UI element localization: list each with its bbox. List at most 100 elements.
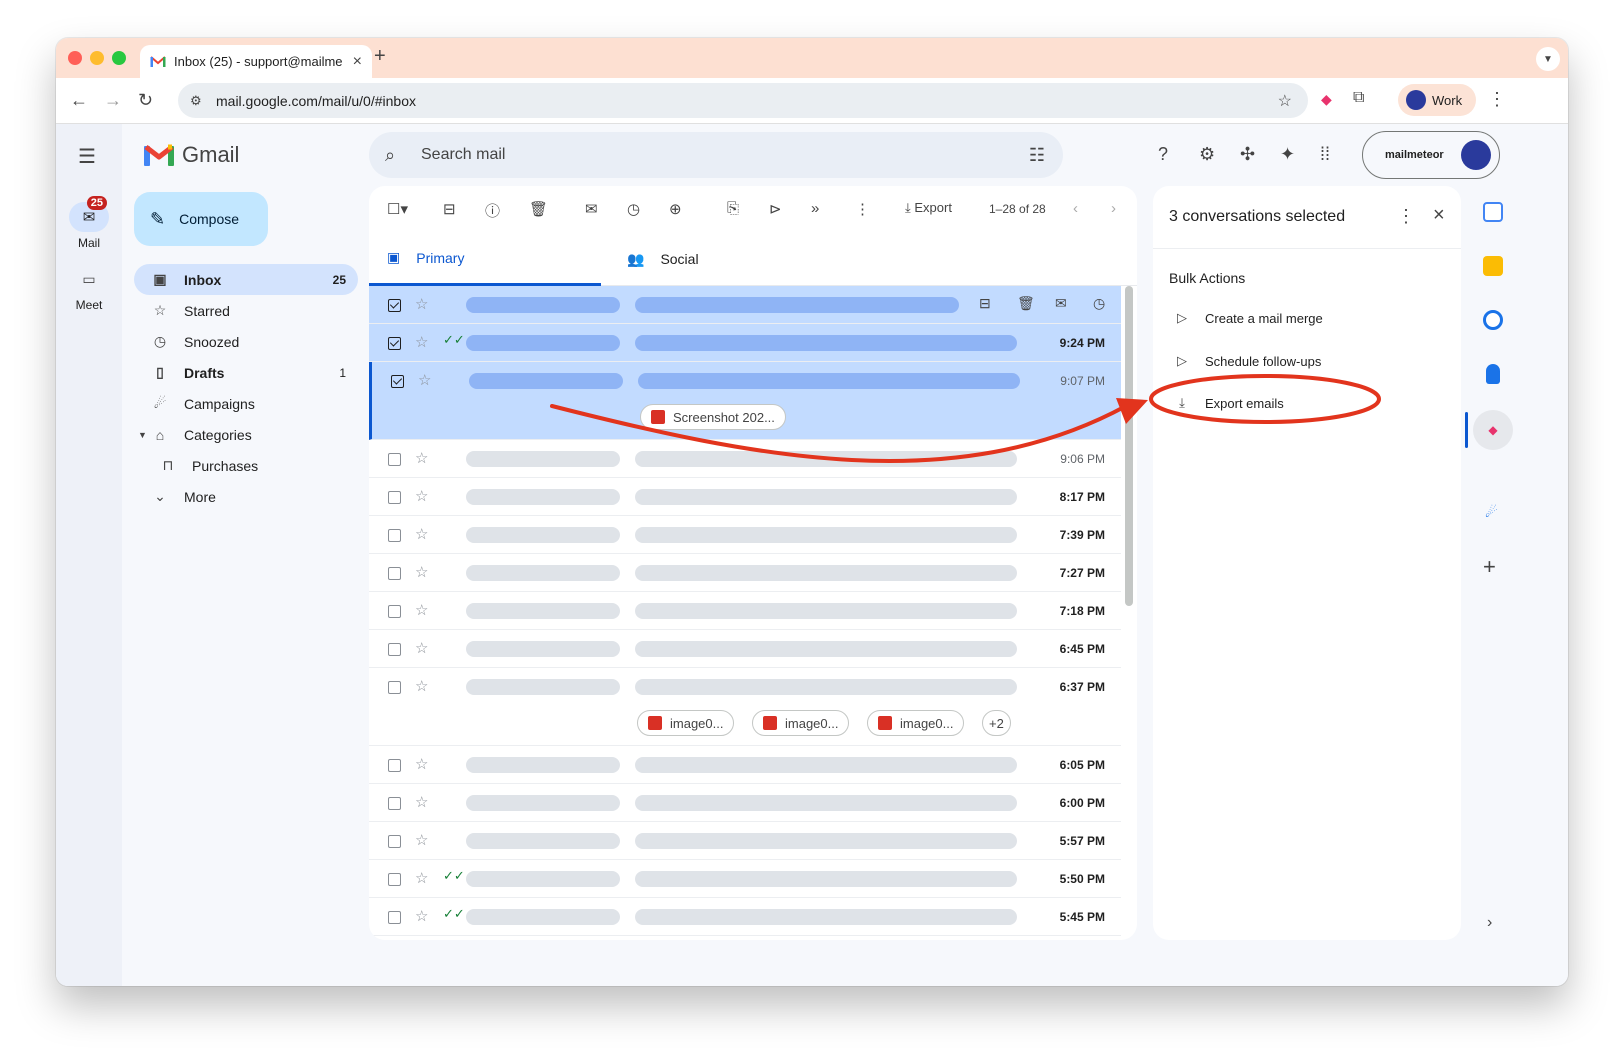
star-icon[interactable]: ☆	[415, 869, 428, 887]
side-more-icon[interactable]: ⋮	[1397, 206, 1415, 227]
table-row[interactable]: ☆ 6:37 PM image0... image0... image0... +2	[369, 668, 1121, 746]
select-all-checkbox[interactable]: ☐▾	[387, 200, 408, 218]
mailmeteor-rail-icon[interactable]: ◆	[1473, 410, 1513, 450]
gemini-sparkle-icon[interactable]: ✦	[1280, 144, 1295, 165]
archive-icon[interactable]: ⊟	[979, 295, 991, 312]
mark-read-icon[interactable]: ✉	[585, 200, 598, 218]
attachment-chip[interactable]: image0...	[867, 710, 965, 736]
table-row[interactable]: ☆ ✓✓ 5:45 PM	[369, 898, 1121, 936]
nav-snoozed[interactable]: ◷ Snoozed	[134, 326, 358, 357]
nav-campaigns[interactable]: ☄ Campaigns	[134, 388, 358, 419]
rail-meet[interactable]: ▭ Meet	[56, 264, 122, 313]
browser-menu-icon[interactable]: ⋮	[1488, 89, 1506, 110]
table-row[interactable]: ☆ ✓✓ 9:24 PM	[369, 324, 1121, 362]
row-checkbox[interactable]	[388, 529, 401, 542]
schedule-follow-ups-button[interactable]: ▷ Schedule follow-ups	[1173, 346, 1433, 376]
delete-icon[interactable]: 🗑	[1017, 295, 1035, 312]
table-row[interactable]: ☆ 9:07 PM Screenshot 202...	[369, 362, 1121, 440]
row-checkbox[interactable]	[391, 375, 404, 388]
export-button[interactable]: ⤓ Export	[905, 200, 952, 216]
star-icon[interactable]: ☆	[415, 755, 428, 773]
table-row[interactable]: ☆ 7:27 PM	[369, 554, 1121, 592]
create-mail-merge-button[interactable]: ▷ Create a mail merge	[1173, 303, 1433, 333]
star-icon[interactable]: ☆	[415, 601, 428, 619]
nav-starred[interactable]: ☆ Starred	[134, 295, 358, 326]
contacts-icon[interactable]	[1486, 364, 1500, 384]
star-icon[interactable]: ☆	[415, 907, 428, 925]
table-row[interactable]: ☆ 7:18 PM	[369, 592, 1121, 630]
bookmark-star-icon[interactable]: ☆	[1278, 91, 1292, 111]
nav-drafts[interactable]: ▯ Drafts 1	[134, 357, 358, 388]
forward-icon[interactable]: »	[811, 200, 819, 217]
archive-icon[interactable]: ⊟	[443, 200, 456, 218]
more-attachments-chip[interactable]: +2	[982, 710, 1011, 736]
star-icon[interactable]: ☆	[415, 333, 428, 351]
help-icon[interactable]: ?	[1158, 144, 1168, 165]
table-row[interactable]: ☆ 6:45 PM	[369, 630, 1121, 668]
snooze-icon[interactable]: ◷	[627, 200, 640, 218]
star-icon[interactable]: ☆	[415, 677, 428, 695]
tab-menu-icon[interactable]: ▼	[1536, 47, 1560, 71]
reload-icon[interactable]: ↻	[138, 90, 153, 111]
table-row[interactable]: ☆ 7:39 PM	[369, 516, 1121, 554]
row-checkbox[interactable]	[388, 873, 401, 886]
mailmeteor-addon-icon[interactable]: ✣	[1240, 144, 1255, 165]
search-input[interactable]: Search mail	[421, 146, 505, 164]
row-checkbox[interactable]	[388, 835, 401, 848]
site-settings-icon[interactable]: ⚙	[190, 93, 202, 109]
move-to-icon[interactable]: ⎘	[727, 200, 739, 217]
compose-button[interactable]: ✎ Compose	[134, 192, 268, 246]
maximize-window-button[interactable]	[112, 51, 126, 65]
get-addons-icon[interactable]: +	[1483, 554, 1496, 580]
url-field[interactable]: ⚙ mail.google.com/mail/u/0/#inbox ☆	[178, 83, 1308, 118]
delete-icon[interactable]: 🗑	[529, 200, 548, 218]
search-icon[interactable]: ⌕	[385, 145, 395, 166]
star-icon[interactable]: ☆	[418, 371, 431, 389]
calendar-icon[interactable]	[1483, 202, 1503, 222]
apps-grid-icon[interactable]: ⁞⁞	[1320, 144, 1330, 165]
star-icon[interactable]: ☆	[415, 639, 428, 657]
hide-panel-icon[interactable]: ›	[1487, 914, 1492, 932]
table-row[interactable]: ☆ 5:57 PM	[369, 822, 1121, 860]
row-checkbox[interactable]	[388, 605, 401, 618]
add-task-icon[interactable]: ⊕	[669, 200, 682, 218]
star-icon[interactable]: ☆	[415, 831, 428, 849]
tab-close-icon[interactable]: ×	[353, 53, 362, 71]
report-spam-icon[interactable]: ⓘ	[485, 200, 500, 221]
keep-icon[interactable]	[1483, 256, 1503, 276]
table-row[interactable]: ☆ 8:17 PM	[369, 478, 1121, 516]
gmail-logo[interactable]: Gmail	[144, 142, 239, 168]
browser-tab[interactable]: Inbox (25) - support@mailme ×	[140, 45, 372, 78]
nav-categories[interactable]: ▼ ⌂ Categories	[134, 419, 358, 450]
row-checkbox[interactable]	[388, 337, 401, 350]
row-checkbox[interactable]	[388, 911, 401, 924]
star-icon[interactable]: ☆	[415, 295, 428, 313]
prev-page-icon[interactable]: ‹	[1073, 200, 1078, 217]
rail-mail[interactable]: ✉ 25 Mail	[56, 196, 122, 250]
row-checkbox[interactable]	[388, 759, 401, 772]
export-emails-button[interactable]: ⤓ Export emails	[1173, 388, 1433, 418]
table-row[interactable]: ☆ ⊟ 🗑 ✉ ◷	[369, 286, 1121, 324]
row-checkbox[interactable]	[388, 681, 401, 694]
list-scrollbar[interactable]	[1125, 286, 1133, 606]
row-checkbox[interactable]	[388, 643, 401, 656]
tab-social[interactable]: 👥 Social	[627, 232, 699, 286]
table-row[interactable]: ☆ 9:06 PM	[369, 440, 1121, 478]
nav-inbox[interactable]: ▣ Inbox 25	[134, 264, 358, 295]
star-icon[interactable]: ☆	[415, 793, 428, 811]
nav-purchases[interactable]: ⊓ Purchases	[134, 450, 358, 481]
row-checkbox[interactable]	[388, 453, 401, 466]
minimize-window-button[interactable]	[90, 51, 104, 65]
row-checkbox[interactable]	[388, 797, 401, 810]
attachment-chip[interactable]: image0...	[637, 710, 735, 736]
extensions-icon[interactable]: ⧉	[1353, 89, 1364, 107]
more-actions-icon[interactable]: ⋮	[855, 200, 870, 218]
star-icon[interactable]: ☆	[415, 525, 428, 543]
table-row[interactable]: ☆ ✓✓ 5:50 PM	[369, 860, 1121, 898]
table-row[interactable]: ☆ 6:00 PM	[369, 784, 1121, 822]
label-as-icon[interactable]: ⊳	[769, 200, 782, 218]
tasks-icon[interactable]	[1483, 310, 1503, 330]
search-options-icon[interactable]: ☷	[1029, 145, 1045, 166]
search-bar[interactable]: ⌕ Search mail ☷	[369, 132, 1063, 178]
new-tab-button[interactable]: +	[374, 45, 386, 68]
